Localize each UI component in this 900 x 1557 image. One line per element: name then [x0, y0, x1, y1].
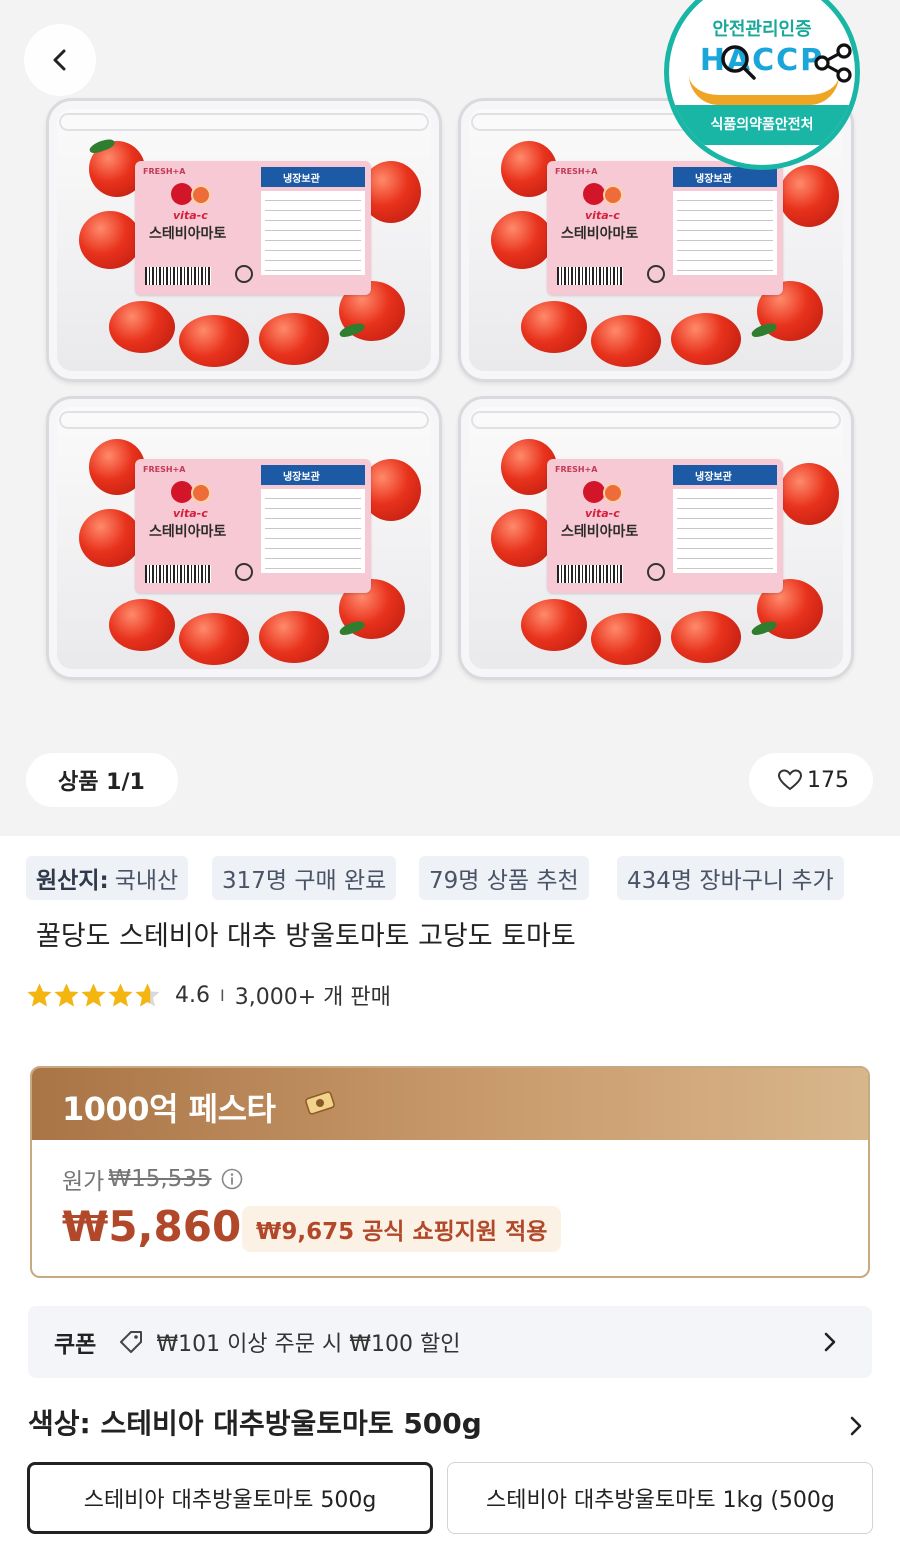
image-counter-label: 상품 1/1 [58, 770, 145, 795]
share-icon [814, 43, 852, 83]
like-count: 175 [807, 767, 849, 793]
cart-count-text: 434명 장바구니 추가 [627, 868, 834, 894]
origin-value: 국내산 [114, 868, 179, 894]
product-title: 꿀당도 스테비아 대추 방울토마토 고당도 토마토 [36, 921, 576, 952]
sold-count: 3,000+ 개 판매 [234, 985, 391, 1010]
product-image: FRESH+A vita-c 스테비아마토 냉장보관 [458, 396, 854, 680]
rating-separator: I [220, 985, 225, 1005]
rating-stars [26, 982, 161, 1009]
coupon-label: 쿠폰 [54, 1332, 97, 1358]
recommend-count-chip: 79명 상품 추천 [419, 856, 589, 900]
star-icon [27, 983, 52, 1006]
original-price-label: 원가 [62, 1169, 105, 1195]
heart-icon [777, 769, 803, 791]
image-counter: 상품 1/1 [26, 753, 178, 807]
deal-banner-title: 1000억 페스타 [62, 1090, 276, 1128]
shopping-support-badge: ₩9,675 공식 쇼핑지원 적용 [242, 1206, 562, 1252]
origin-label: 원산지: [36, 868, 109, 894]
product-image: FRESH+A vita-c 스테비아마토 냉장보관 [46, 396, 442, 680]
option-label: 스테비아 대추방울토마토 500g [83, 1488, 377, 1513]
tag-icon [120, 1331, 143, 1353]
info-icon[interactable] [220, 1167, 244, 1191]
coupon-coin-icon [305, 1091, 335, 1115]
original-price-row: 원가 ₩15,535 [62, 1162, 244, 1196]
purchase-count-chip: 317명 구매 완료 [212, 856, 397, 900]
cart-count-chip: 434명 장바구니 추가 [617, 856, 844, 900]
coupon-text: ₩101 이상 주문 시 ₩100 할인 [156, 1332, 461, 1357]
rating-row[interactable]: 4.6 I 3,000+ 개 판매 [26, 978, 391, 1012]
share-button[interactable] [806, 36, 860, 90]
search-button[interactable] [712, 36, 764, 88]
option-1kg[interactable]: 스테비아 대추방울토마토 1kg (500g [447, 1462, 873, 1534]
product-image: FRESH+A vita-c 스테비아마토 냉장보관 [46, 98, 442, 382]
purchase-count-text: 317명 구매 완료 [222, 868, 387, 894]
chevron-right-icon[interactable] [844, 1412, 868, 1440]
back-button[interactable] [24, 24, 96, 96]
haccp-bottom-text: 식품의약품안전처 [669, 105, 855, 145]
search-icon [721, 45, 756, 80]
origin-chip: 원산지: 국내산 [26, 856, 189, 900]
recommend-count-text: 79명 상품 추천 [429, 868, 579, 894]
sale-price: ₩5,860 [62, 1202, 242, 1251]
star-icon [81, 983, 106, 1006]
original-price: ₩15,535 [108, 1166, 212, 1192]
product-image-gallery[interactable]: FRESH+A vita-c 스테비아마토 냉장보관 FRESH+A vita-… [0, 0, 900, 836]
coupon-row[interactable]: 쿠폰 ₩101 이상 주문 시 ₩100 할인 [28, 1306, 872, 1378]
star-icon [54, 983, 79, 1006]
option-500g[interactable]: 스테비아 대추방울토마토 500g [27, 1462, 433, 1534]
rating-value: 4.6 [175, 982, 210, 1008]
option-label: 스테비아 대추방울토마토 1kg (500g [486, 1488, 835, 1513]
star-icon [135, 983, 160, 1006]
color-option-label[interactable]: 색상: 스테비아 대추방울토마토 500g [28, 1402, 482, 1442]
deal-banner: 1000억 페스타 [32, 1068, 868, 1140]
deal-box: 1000억 페스타 원가 ₩15,535 ₩5,860 ₩9,675 공식 쇼핑… [30, 1066, 870, 1278]
star-icon [108, 983, 133, 1006]
chevron-left-icon [53, 49, 66, 71]
chevron-right-icon [824, 1332, 836, 1352]
like-button[interactable]: 175 [749, 753, 873, 807]
